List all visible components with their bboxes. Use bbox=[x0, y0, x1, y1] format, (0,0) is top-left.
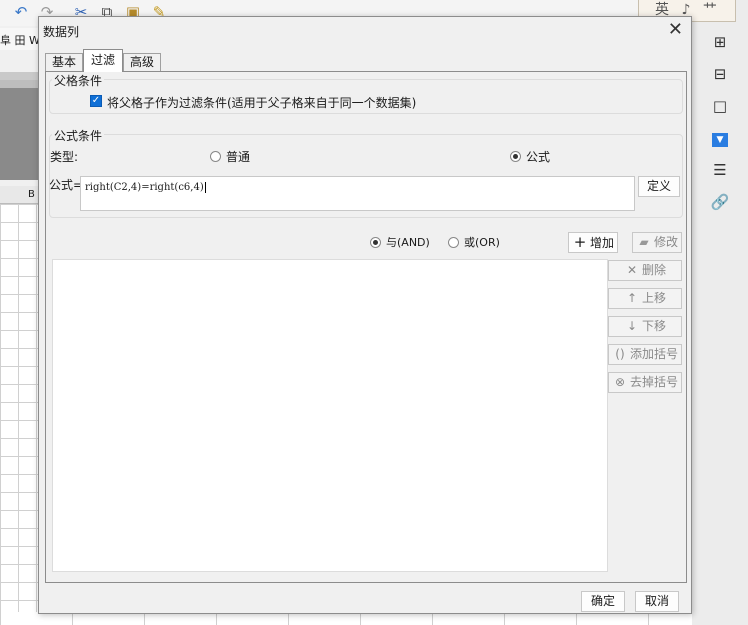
arrow-down-icon: ↓ bbox=[626, 319, 638, 333]
add-button[interactable]: + 增加 bbox=[568, 232, 618, 253]
cancel-button[interactable]: 取消 bbox=[635, 591, 679, 612]
delete-button[interactable]: ✕ 删除 bbox=[608, 260, 682, 281]
edit-icon: ▰ bbox=[639, 235, 649, 249]
move-up-button-label: 上移 bbox=[641, 291, 666, 305]
remove-bracket-button-label: 去掉括号 bbox=[629, 375, 678, 389]
border-icon[interactable]: □ bbox=[710, 96, 730, 116]
logic-and-label[interactable]: 与(AND) bbox=[386, 234, 430, 250]
close-icon[interactable]: ✕ bbox=[668, 19, 683, 40]
spreadsheet-grid[interactable] bbox=[0, 186, 40, 625]
brackets-icon: () bbox=[615, 347, 625, 361]
dialog-title: 数据列 bbox=[43, 25, 80, 39]
cell-layout-icon[interactable]: ⊞ bbox=[710, 32, 730, 52]
ruler bbox=[0, 80, 40, 180]
undo-icon[interactable]: ↶ bbox=[12, 3, 30, 21]
app-row2-label: 阜 田 W bbox=[0, 34, 40, 47]
move-up-button[interactable]: ↑ 上移 bbox=[608, 288, 682, 309]
add-bracket-button-label: 添加括号 bbox=[629, 347, 678, 361]
remove-bracket-button[interactable]: ⊗ 去掉括号 bbox=[608, 372, 682, 393]
tab-advanced[interactable]: 高级 bbox=[123, 53, 161, 71]
define-formula-button[interactable]: 定义 bbox=[638, 176, 680, 197]
app-secondary-toolbar: 阜 田 W bbox=[0, 28, 40, 50]
formula-label: 公式= bbox=[49, 178, 84, 192]
formula-input[interactable]: right(C2,4)=right(c6,4) bbox=[80, 176, 635, 211]
column-header[interactable]: B bbox=[0, 186, 40, 204]
type-normal-label[interactable]: 普通 bbox=[226, 148, 250, 165]
parent-condition-title: 父格条件 bbox=[52, 72, 105, 89]
type-formula-radio[interactable] bbox=[510, 151, 521, 162]
delete-x-icon: ✕ bbox=[626, 263, 638, 277]
tab-basic[interactable]: 基本 bbox=[45, 53, 83, 71]
parent-filter-checkbox-label: 将父格子作为过滤条件(适用于父子格来自于同一个数据集) bbox=[107, 96, 417, 110]
text-caret bbox=[204, 182, 206, 193]
modify-button[interactable]: ▰ 修改 bbox=[632, 232, 682, 253]
plus-icon: + bbox=[573, 233, 587, 251]
modify-button-label: 修改 bbox=[653, 235, 678, 249]
logic-or-label[interactable]: 或(OR) bbox=[464, 234, 500, 250]
move-down-button[interactable]: ↓ 下移 bbox=[608, 316, 682, 337]
filter-tab-panel: 父格条件 ✓ 将父格子作为过滤条件(适用于父子格来自于同一个数据集) 公式条件 … bbox=[45, 71, 687, 583]
add-button-label: 增加 bbox=[589, 236, 614, 250]
delete-button-label: 删除 bbox=[641, 263, 666, 277]
formula-value: right(C2,4)=right(c6,4) bbox=[85, 182, 204, 193]
remove-brackets-icon: ⊗ bbox=[614, 375, 626, 389]
type-label: 类型: bbox=[50, 150, 79, 164]
cell-properties-icon[interactable]: ⊟ bbox=[710, 64, 730, 84]
data-column-dialog: 数据列 ✕ 基本 过滤 高级 父格条件 ✓ 将父格子作为过滤条件(适用于父子格来… bbox=[38, 16, 692, 614]
ok-button[interactable]: 确定 bbox=[581, 591, 625, 612]
parent-filter-checkbox[interactable]: ✓ bbox=[90, 95, 102, 107]
logic-and-radio[interactable] bbox=[370, 237, 381, 248]
condition-attribute-icon[interactable]: ☰ bbox=[710, 160, 730, 180]
move-down-button-label: 下移 bbox=[641, 319, 666, 333]
formula-condition-title: 公式条件 bbox=[52, 127, 105, 144]
type-normal-radio[interactable] bbox=[210, 151, 221, 162]
arrow-up-icon: ↑ bbox=[626, 291, 638, 305]
column-header-label: B bbox=[28, 189, 35, 200]
right-tool-panel bbox=[692, 0, 748, 625]
tab-filter[interactable]: 过滤 bbox=[83, 49, 123, 72]
type-formula-label[interactable]: 公式 bbox=[526, 148, 550, 165]
hyperlink-icon[interactable]: 🔗 bbox=[710, 192, 730, 212]
logic-or-radio[interactable] bbox=[448, 237, 459, 248]
add-bracket-button[interactable]: () 添加括号 bbox=[608, 344, 682, 365]
widget-dropdown-icon[interactable]: ▼ bbox=[712, 133, 728, 147]
condition-list[interactable] bbox=[52, 259, 608, 572]
